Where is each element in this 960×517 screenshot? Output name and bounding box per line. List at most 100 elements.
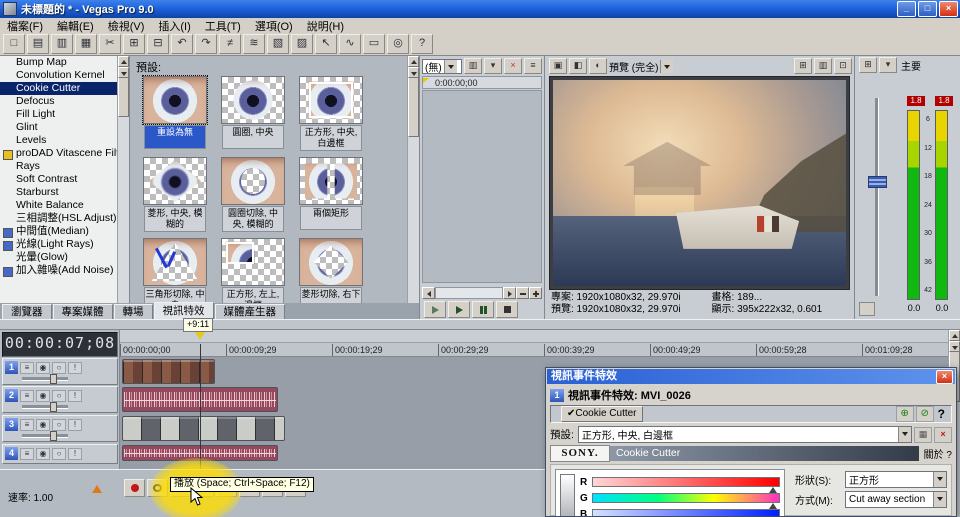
auto-ripple-icon[interactable]: ≋ [243, 34, 265, 54]
external-monitor-icon[interactable]: ▣ [549, 58, 567, 74]
red-slider[interactable] [592, 477, 780, 487]
enable-snapping-icon[interactable]: ≠ [219, 34, 241, 54]
effect-item[interactable]: Convolution Kernel [0, 69, 129, 82]
preset-item[interactable]: 重設為無 [140, 76, 210, 151]
scroll-down-icon[interactable] [949, 341, 960, 352]
effect-item[interactable]: 加入雜噪(Add Noise) [0, 264, 129, 277]
effect-item[interactable]: Soft Contrast [0, 173, 129, 186]
track-fx-icon[interactable]: ◉ [36, 419, 50, 431]
effect-item[interactable]: White Balance [0, 199, 129, 212]
track-warning-icon[interactable]: ! [68, 448, 82, 460]
scroll-down-icon[interactable] [408, 67, 419, 78]
menu-item[interactable]: 編輯(E) [50, 18, 101, 34]
green-slider[interactable] [592, 493, 780, 503]
effect-item[interactable]: Defocus [0, 95, 129, 108]
scroll-down-icon[interactable] [118, 67, 129, 78]
clip-indicator-left[interactable]: 1.8 [907, 96, 925, 106]
effect-item[interactable]: Bump Map [0, 56, 129, 69]
track-header-4[interactable]: 4 ≡ ◉ ○ ! [2, 444, 118, 464]
paste-icon[interactable]: ⊟ [147, 34, 169, 54]
normal-edit-tool-icon[interactable]: ↖ [315, 34, 337, 54]
video-event-track3[interactable] [122, 416, 285, 441]
effect-item[interactable]: 光線(Light Rays) [0, 238, 129, 251]
menu-item[interactable]: 插入(I) [151, 18, 197, 34]
rate-slider-handle[interactable] [92, 485, 102, 493]
selection-edit-tool-icon[interactable]: ▭ [363, 34, 385, 54]
track-mute-icon[interactable]: ○ [52, 448, 66, 460]
track-level-icon[interactable]: ≡ [20, 448, 34, 460]
preset-item[interactable]: 三角形切除, 中央 [140, 238, 210, 303]
chevron-down-icon[interactable] [660, 60, 673, 73]
preset-dropdown[interactable]: 正方形, 中央, 白邊框 [578, 426, 912, 443]
effect-item[interactable]: 光暈(Glow) [0, 251, 129, 264]
lock-envelopes-icon[interactable]: ▧ [267, 34, 289, 54]
trimmer-close-icon[interactable]: × [504, 58, 522, 74]
scrollbar-track[interactable] [435, 287, 503, 299]
preset-item[interactable]: 圓圈切除, 中央, 模糊的 [218, 157, 288, 232]
downscale-icon[interactable]: ▾ [879, 57, 897, 73]
video-event-track1[interactable] [122, 359, 215, 384]
track-mute-icon[interactable]: ○ [52, 362, 66, 374]
trimmer-play-button[interactable] [448, 301, 470, 318]
track-fx-icon[interactable]: ◉ [36, 362, 50, 374]
scroll-up-icon[interactable] [949, 330, 960, 341]
track-volume-slider[interactable] [22, 405, 68, 409]
cookie-cutter-plugin-chip[interactable]: ✔Cookie Cutter [561, 406, 643, 422]
playhead-marker[interactable] [195, 332, 205, 340]
trimmer-save-icon[interactable]: ▥ [464, 58, 482, 74]
dock-tab[interactable]: 轉場 [114, 304, 153, 319]
scroll-up-icon[interactable] [118, 56, 129, 67]
new-project-icon[interactable]: □ [3, 34, 25, 54]
insert-bus-icon[interactable]: ⊞ [859, 57, 877, 73]
preview-quality-dropdown[interactable]: 預覽 (完全) [609, 59, 658, 74]
effect-item[interactable]: 三相調整(HSL Adjust) [0, 212, 129, 225]
undo-icon[interactable]: ↶ [171, 34, 193, 54]
project-properties-icon[interactable]: ▦ [75, 34, 97, 54]
effect-item[interactable]: Cookie Cutter [0, 82, 129, 95]
scroll-up-icon[interactable] [408, 56, 419, 67]
marker-bar[interactable] [120, 330, 948, 343]
close-button[interactable]: × [939, 1, 958, 17]
track-level-icon[interactable]: ≡ [20, 390, 34, 402]
track-header-3[interactable]: 3 ≡ ◉ ○ ! [2, 415, 118, 442]
effect-item[interactable]: Glint [0, 121, 129, 134]
redo-icon[interactable]: ↷ [195, 34, 217, 54]
preset-item[interactable]: 菱形切除, 右下 [296, 238, 366, 303]
save-preset-icon[interactable]: ▦ [914, 427, 932, 443]
track-warning-icon[interactable]: ! [68, 362, 82, 374]
trimmer-h-scrollbar[interactable] [422, 287, 542, 299]
maximize-button[interactable]: □ [918, 1, 937, 17]
open-icon[interactable]: ▤ [27, 34, 49, 54]
track-mute-icon[interactable]: ○ [52, 419, 66, 431]
zoom-in-icon[interactable] [529, 287, 542, 299]
trimmer-ruler[interactable]: 0:00:00;00 [422, 76, 542, 89]
preset-item[interactable]: 菱形, 中央, 模糊的 [140, 157, 210, 232]
effect-item[interactable]: Rays [0, 160, 129, 173]
zoom-out-icon[interactable] [516, 287, 529, 299]
effect-item[interactable]: Fill Light [0, 108, 129, 121]
remove-plugin-icon[interactable]: ⊘ [916, 406, 934, 422]
current-time-display[interactable]: 00:00:07;08 [2, 332, 118, 357]
overlay-grid-icon[interactable]: ⊞ [794, 58, 812, 74]
effect-item[interactable]: Levels [0, 134, 129, 147]
trimmer-media-dropdown[interactable]: (無) [422, 59, 462, 74]
dock-tab[interactable]: 瀏覽器 [2, 304, 52, 319]
track-fx-icon[interactable]: ◉ [36, 390, 50, 402]
track-level-icon[interactable]: ≡ [20, 419, 34, 431]
track-header-2[interactable]: 2 ≡ ◉ ○ ! [2, 386, 118, 413]
ignore-event-grouping-icon[interactable]: ▨ [291, 34, 313, 54]
copy-icon[interactable]: ⊞ [123, 34, 145, 54]
play-from-start-button[interactable] [424, 301, 446, 318]
dock-tab[interactable]: 媒體產生器 [215, 304, 286, 319]
scroll-right-icon[interactable] [503, 287, 516, 299]
dock-tab[interactable]: 視訊特效 [154, 302, 214, 319]
dock-tab[interactable]: 專案媒體 [53, 304, 113, 319]
track-volume-slider[interactable] [22, 377, 68, 381]
trimmer-stop-button[interactable] [496, 301, 518, 318]
preset-item[interactable]: 圓圈, 中央 [218, 76, 288, 151]
effect-item[interactable]: Starburst [0, 186, 129, 199]
track-volume-slider[interactable] [22, 434, 68, 438]
preset-item[interactable]: 兩個矩形 [296, 157, 366, 232]
plugin-help-icon[interactable]: ? [938, 407, 945, 421]
minimize-button[interactable]: _ [897, 1, 916, 17]
